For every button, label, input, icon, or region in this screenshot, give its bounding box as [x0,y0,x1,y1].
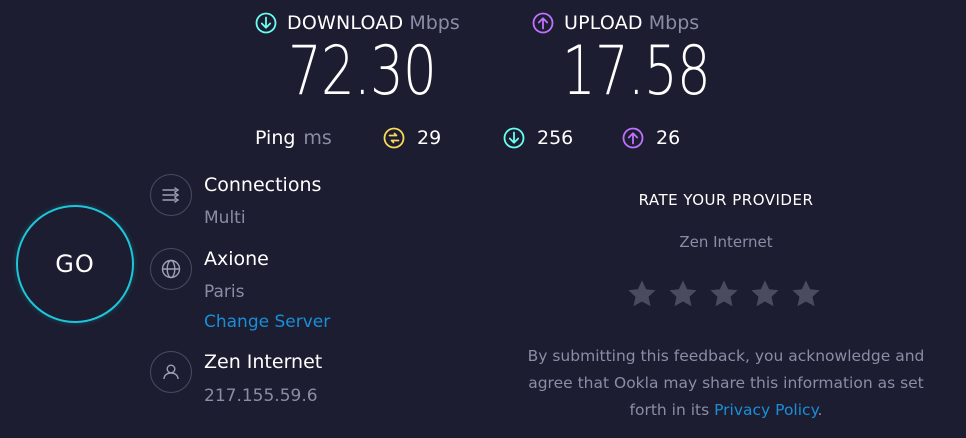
download-arrow-icon [255,12,277,34]
isp-title: Zen Internet [204,351,323,373]
ping-idle: 29 [383,127,441,149]
ping-upload-value: 26 [656,127,681,149]
disclaimer-line-2: agree that Ookla may share this informat… [528,374,924,392]
ping-download-value: 256 [537,127,574,149]
privacy-policy-link[interactable]: Privacy Policy [714,401,817,419]
disclaimer-line-1: By submitting this feedback, you acknowl… [527,347,925,365]
star-icon[interactable] [708,278,740,310]
disclaimer-post: . [817,401,823,419]
globe-icon [150,248,192,290]
star-icon[interactable] [667,278,699,310]
go-button[interactable]: GO [16,205,134,323]
upload-latency-icon [622,127,644,149]
feedback-disclaimer: By submitting this feedback, you acknowl… [506,343,946,424]
server-location: Paris [204,282,245,302]
rate-provider-title-wrap: RATE YOUR PROVIDER [526,190,926,209]
star-icon[interactable] [749,278,781,310]
star-icon[interactable] [790,278,822,310]
ping-upload: 26 [622,127,680,149]
ping-download: 256 [503,127,573,149]
ping-label-group: Ping ms [255,127,332,149]
disclaimer-pre: forth in its [629,401,715,419]
ping-unit: ms [303,127,332,149]
upload-label: UPLOAD [564,12,643,34]
rate-provider-name-wrap: Zen Internet [526,232,926,251]
download-latency-icon [503,127,525,149]
download-header: DOWNLOAD Mbps [255,12,460,34]
isp-ip: 217.155.59.6 [204,386,318,406]
download-value: 72.30 [288,32,437,111]
download-unit: Mbps [409,12,460,34]
star-rating [626,278,822,310]
rate-provider-title: RATE YOUR PROVIDER [638,191,814,209]
server-title: Axione [204,248,269,270]
ping-label: Ping [255,127,296,149]
idle-latency-icon [383,127,405,149]
change-server-link[interactable]: Change Server [204,312,330,332]
star-icon[interactable] [626,278,658,310]
user-icon [150,351,192,393]
upload-arrow-icon [532,12,554,34]
disclaimer-line-3: forth in its Privacy Policy. [506,397,946,424]
connections-value: Multi [204,208,246,228]
rate-provider-name: Zen Internet [679,233,773,251]
upload-value: 17.58 [562,32,711,111]
download-label: DOWNLOAD [287,12,404,34]
upload-unit: Mbps [648,12,700,34]
ping-idle-value: 29 [417,127,442,149]
connections-icon [150,174,192,216]
upload-header: UPLOAD Mbps [532,12,699,34]
connections-title: Connections [204,174,322,196]
